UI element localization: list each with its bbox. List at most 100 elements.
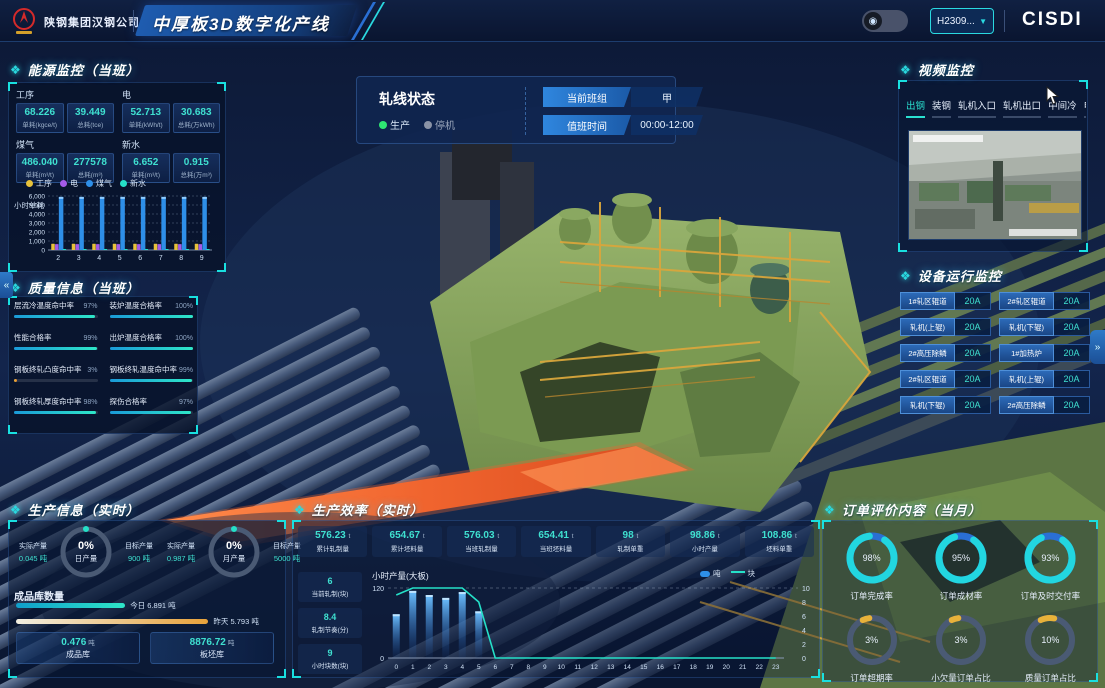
quality-row: 层流冷温度命中率97%: [14, 300, 98, 311]
svg-text:2: 2: [427, 664, 431, 671]
mouse-cursor: [1046, 86, 1060, 106]
quality-item: 钢板终轧温度命中率99%: [110, 364, 194, 382]
legend-label: 新水: [130, 178, 146, 189]
efficiency-stat-card: 576.03 t当班轧制量: [447, 526, 516, 557]
donut-ring: 3%: [933, 612, 989, 668]
device-row[interactable]: 2#高压除鳞20A: [900, 344, 993, 362]
collapse-right-handle[interactable]: »: [1090, 330, 1105, 364]
svg-text:1,000: 1,000: [29, 239, 46, 246]
donut-ring: 93%: [1022, 530, 1078, 586]
video-tab-5[interactable]: 电动辊: [1084, 98, 1086, 118]
gauge-left-value: 0.987 吨: [160, 553, 202, 564]
energy-stat-value: 68.226: [19, 107, 61, 118]
dropdown-value: H2309...: [937, 16, 975, 27]
side-stat-label: 小时块数(块): [300, 660, 360, 670]
svg-text:20: 20: [723, 664, 731, 671]
video-tab-3[interactable]: 轧机出口: [1003, 98, 1041, 118]
gauge-ring: 0%月产量: [206, 524, 262, 580]
orders-panel-title: ❖ 订单评价内容（当月）: [824, 500, 982, 519]
efficiency-panel-title: ❖ 生产效率（实时）: [294, 500, 424, 519]
svg-text:19: 19: [706, 664, 714, 671]
order-donut: 3% 小欠量订单占比: [919, 612, 1002, 684]
efficiency-side-card: 6当前轧制(块): [298, 572, 362, 602]
device-row[interactable]: 2#轧区辊道20A: [999, 292, 1092, 310]
donut-label: 订单超期率: [850, 672, 893, 684]
video-tab-1[interactable]: 装钢: [932, 98, 951, 118]
inventory-card-number: 8876.72: [190, 637, 226, 648]
video-feed[interactable]: [908, 130, 1082, 240]
device-row[interactable]: 1#加热炉20A: [999, 344, 1092, 362]
device-value: 20A: [955, 396, 991, 414]
quality-value: 97%: [84, 303, 98, 310]
quality-item: 出炉温度合格率100%: [110, 332, 194, 350]
donut-label: 小欠量订单占比: [931, 672, 991, 684]
video-tab-0[interactable]: 出钢: [906, 98, 925, 118]
line-status-panel: 轧线状态 生产停机 当前班组 甲 值班时间 00:00-12:00: [356, 76, 676, 144]
device-row[interactable]: 2#高压除鳞20A: [999, 396, 1092, 414]
heat-number-dropdown[interactable]: H2309... ▼: [930, 8, 994, 34]
inventory-card-value: 0.476吨: [61, 637, 95, 648]
stat-number: 108.86: [762, 530, 793, 541]
legend-label: 工序: [36, 178, 52, 189]
side-stat-value: 9: [300, 648, 360, 658]
donut-ring: 3%: [844, 612, 900, 668]
svg-text:12: 12: [591, 664, 599, 671]
svg-text:3: 3: [444, 664, 448, 671]
device-row[interactable]: 轧机(下辊)20A: [999, 318, 1092, 336]
svg-text:6: 6: [493, 664, 497, 671]
svg-text:9: 9: [543, 664, 547, 671]
quality-label: 钢板终轧厚度命中率: [14, 396, 82, 407]
time-badge-value: 00:00-12:00: [631, 115, 703, 135]
donut-value: 3%: [844, 612, 900, 668]
quality-title-text: 质量信息（当班）: [28, 278, 140, 297]
device-grid: 1#轧区辊道20A 2#轧区辊道20A 轧机(上辊)20A 轧机(下辊)20A 2#高压…: [900, 292, 1092, 414]
svg-text:8: 8: [179, 255, 183, 262]
video-tab-2[interactable]: 轧机入口: [958, 98, 996, 118]
efficiency-stat-value: 98 t: [598, 530, 663, 541]
hourly-legend-item: 块: [731, 568, 756, 579]
device-row[interactable]: 轧机(下辊)20A: [900, 396, 993, 414]
diamond-icon: ❖: [900, 63, 912, 77]
energy-stat-value: 30.683: [176, 107, 218, 118]
status-dot-icon: [379, 121, 387, 129]
inventory-bar-day: 今日: [130, 601, 145, 610]
inventory-card-label: 成品库: [66, 649, 90, 660]
quality-bar-fill: [110, 379, 193, 382]
visibility-toggle[interactable]: ◉: [862, 10, 908, 32]
devices-panel-title: ❖ 设备运行监控: [900, 266, 1002, 285]
inventory-card-unit: 吨: [88, 640, 95, 647]
efficiency-stat-value: 654.41 t: [523, 530, 588, 541]
donut-value: 3%: [933, 612, 989, 668]
device-label: 轧机(下辊): [900, 396, 955, 414]
inventory-card-label: 板坯库: [200, 649, 224, 660]
quality-value: 3%: [87, 367, 97, 374]
collapse-left-handle[interactable]: «: [0, 272, 13, 298]
device-row[interactable]: 轧机(上辊)20A: [999, 370, 1092, 388]
quality-bar-fill: [14, 379, 17, 382]
diamond-icon: ❖: [10, 63, 22, 77]
device-row[interactable]: 1#轧区辊道20A: [900, 292, 993, 310]
legend-item: 煤气: [86, 178, 112, 189]
quality-bar-fill: [110, 315, 194, 318]
quality-label: 出炉温度合格率: [110, 332, 163, 343]
quality-bar-track: [14, 411, 98, 414]
diamond-icon: ❖: [294, 503, 306, 517]
svg-text:0: 0: [41, 248, 45, 255]
stat-unit: t: [572, 533, 574, 540]
device-row[interactable]: 轧机(上辊)20A: [900, 318, 993, 336]
gauge-percent: 0%: [78, 540, 94, 552]
donut-ring: 10%: [1022, 612, 1078, 668]
line-legend-icon: [731, 571, 745, 573]
order-donut: 10%质量订单占比: [1009, 612, 1092, 684]
efficiency-stat-label: 当班坯料量: [523, 543, 588, 553]
energy-stat-box: 68.226单耗(kgce/t): [16, 103, 64, 133]
svg-text:0: 0: [380, 656, 384, 663]
gauge-left-value: 0.045 吨: [12, 553, 54, 564]
status-dot-icon: [424, 121, 432, 129]
quality-label: 钢板终轧温度命中率: [110, 364, 178, 375]
svg-text:4: 4: [802, 628, 806, 635]
energy-stat-value: 277578: [70, 157, 112, 168]
inventory-title: 成品库数量: [14, 588, 64, 603]
donut-value: 10%: [1022, 612, 1078, 668]
device-row[interactable]: 2#轧区辊道20A: [900, 370, 993, 388]
